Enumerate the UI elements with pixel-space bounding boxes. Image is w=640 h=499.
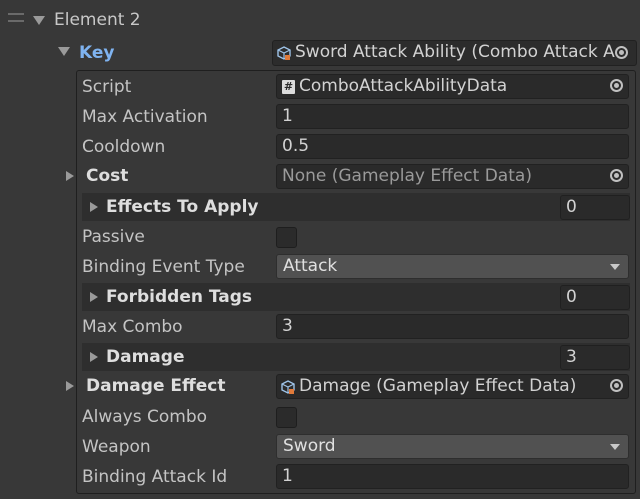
chevron-down-icon — [610, 444, 620, 450]
forbidden-tags-label: Forbidden Tags — [106, 287, 253, 307]
element-row[interactable]: Element 2 — [0, 6, 640, 34]
key-foldout-icon[interactable] — [58, 47, 70, 56]
passive-label: Passive — [82, 227, 145, 247]
damage-effect-value: Damage (Gameplay Effect Data) — [299, 376, 577, 396]
cost-label: Cost — [86, 166, 129, 186]
cooldown-field[interactable]: 0.5 — [276, 134, 629, 159]
script-target-icon[interactable] — [610, 79, 623, 92]
script-field[interactable]: # ComboAttackAbilityData — [276, 74, 629, 99]
effects-to-apply-section[interactable]: Effects To Apply — [82, 193, 630, 221]
cost-target-icon[interactable] — [610, 169, 623, 182]
forbidden-tags-foldout-icon[interactable] — [90, 292, 98, 302]
passive-checkbox[interactable] — [276, 227, 297, 248]
effects-to-apply-count[interactable]: 0 — [560, 195, 630, 220]
weapon-value: Sword — [283, 436, 336, 456]
cube-icon — [281, 380, 295, 394]
cube-icon — [277, 46, 291, 60]
element-foldout-icon[interactable] — [33, 16, 45, 25]
always-combo-label: Always Combo — [82, 407, 208, 427]
hash-script-icon: # — [282, 80, 295, 94]
damage-effect-target-icon[interactable] — [610, 379, 623, 392]
max-activation-label: Max Activation — [82, 107, 208, 127]
damage-effect-label: Damage Effect — [86, 376, 226, 396]
binding-event-type-value: Attack — [283, 256, 338, 276]
drag-handle-icon[interactable] — [8, 13, 24, 22]
weapon-dropdown[interactable]: Sword — [276, 434, 629, 459]
weapon-label: Weapon — [82, 437, 151, 457]
cost-foldout-icon[interactable] — [66, 171, 74, 181]
effects-to-apply-label: Effects To Apply — [106, 197, 259, 217]
damage-count[interactable]: 3 — [560, 345, 630, 370]
script-label: Script — [82, 77, 132, 97]
key-object-field[interactable]: Sword Attack Ability (Combo Attack A — [272, 40, 637, 66]
effects-foldout-icon[interactable] — [90, 202, 98, 212]
forbidden-tags-count[interactable]: 0 — [560, 285, 630, 310]
binding-attack-id-field[interactable]: 1 — [276, 464, 629, 489]
damage-section[interactable]: Damage — [82, 343, 630, 371]
element-title: Element 2 — [54, 10, 141, 30]
script-value: ComboAttackAbilityData — [299, 76, 508, 96]
damage-label: Damage — [106, 347, 185, 367]
key-label: Key — [79, 43, 115, 63]
binding-event-type-label: Binding Event Type — [82, 257, 245, 277]
damage-foldout-icon[interactable] — [90, 352, 98, 362]
binding-event-type-dropdown[interactable]: Attack — [276, 254, 629, 279]
chevron-down-icon — [610, 264, 620, 270]
always-combo-checkbox[interactable] — [276, 407, 297, 428]
forbidden-tags-section[interactable]: Forbidden Tags — [82, 283, 630, 311]
damage-effect-field[interactable]: Damage (Gameplay Effect Data) — [276, 374, 629, 399]
max-combo-label: Max Combo — [82, 317, 183, 337]
cost-field[interactable]: None (Gameplay Effect Data) — [276, 164, 629, 189]
max-activation-field[interactable]: 1 — [276, 104, 629, 129]
key-target-icon[interactable] — [615, 46, 628, 59]
damage-effect-foldout-icon[interactable] — [66, 381, 74, 391]
cost-value: None (Gameplay Effect Data) — [282, 166, 532, 186]
binding-attack-id-label: Binding Attack Id — [82, 467, 228, 487]
cooldown-label: Cooldown — [82, 137, 166, 157]
max-combo-field[interactable]: 3 — [276, 314, 629, 339]
key-value: Sword Attack Ability (Combo Attack A — [295, 42, 615, 62]
